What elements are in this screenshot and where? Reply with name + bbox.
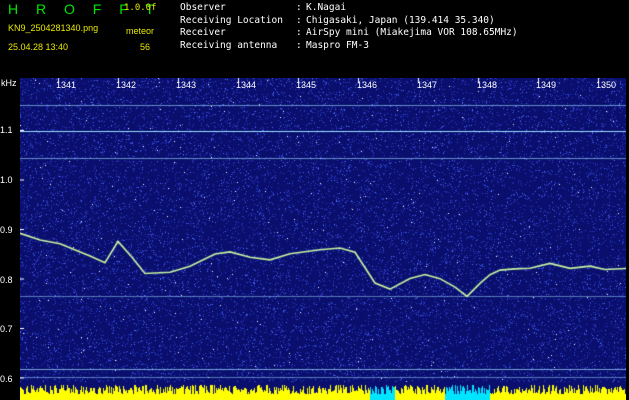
x-tick-1347: 1347 <box>417 80 438 90</box>
x-tick-1350: 1350 <box>596 80 617 90</box>
y-tick-1-1: 1.1 <box>0 125 13 135</box>
spectrogram-canvas <box>20 78 626 400</box>
x-tick-1343: 1343 <box>176 80 197 90</box>
info-row-antenna: Receiving antenna: Maspro FM-3 <box>180 39 369 51</box>
file-name: KN9_2504281340.png <box>8 23 99 33</box>
x-tick-1346: 1346 <box>357 80 378 90</box>
date-time: 25.04.28 13:40 <box>8 42 69 52</box>
y-tick-0-9: 0.9 <box>0 225 13 235</box>
y-tick-1-0: 1.0 <box>0 175 13 185</box>
x-tick-1341: 1341 <box>56 80 77 90</box>
info-block: Observer: K.Nagai Receiving Location: Chig… <box>180 2 518 52</box>
y-tick-0-8: 0.8 <box>0 275 13 285</box>
info-row-location: Receiving Location: Chigasaki, Japan (139… <box>180 14 495 26</box>
x-tick-1348: 1348 <box>477 80 498 90</box>
x-tick-1345: 1345 <box>296 80 317 90</box>
info-row-receiver: Receiver: AirSpy mini (Miakejima VOR 108.… <box>180 27 518 39</box>
meteor-label: meteor <box>126 26 155 36</box>
y-tick-0-6: 0.6 <box>0 374 13 384</box>
info-row-observer: Observer: K.Nagai <box>180 2 347 13</box>
x-tick-1344: 1344 <box>236 80 257 90</box>
x-tick-1342: 1342 <box>116 80 137 90</box>
y-axis-unit: kHz <box>1 78 17 88</box>
app-version: 1.0.0f <box>124 3 157 13</box>
x-tick-1349: 1349 <box>536 80 557 90</box>
meteor-count: 56 <box>140 42 151 52</box>
y-tick-0-7: 0.7 <box>0 324 13 334</box>
